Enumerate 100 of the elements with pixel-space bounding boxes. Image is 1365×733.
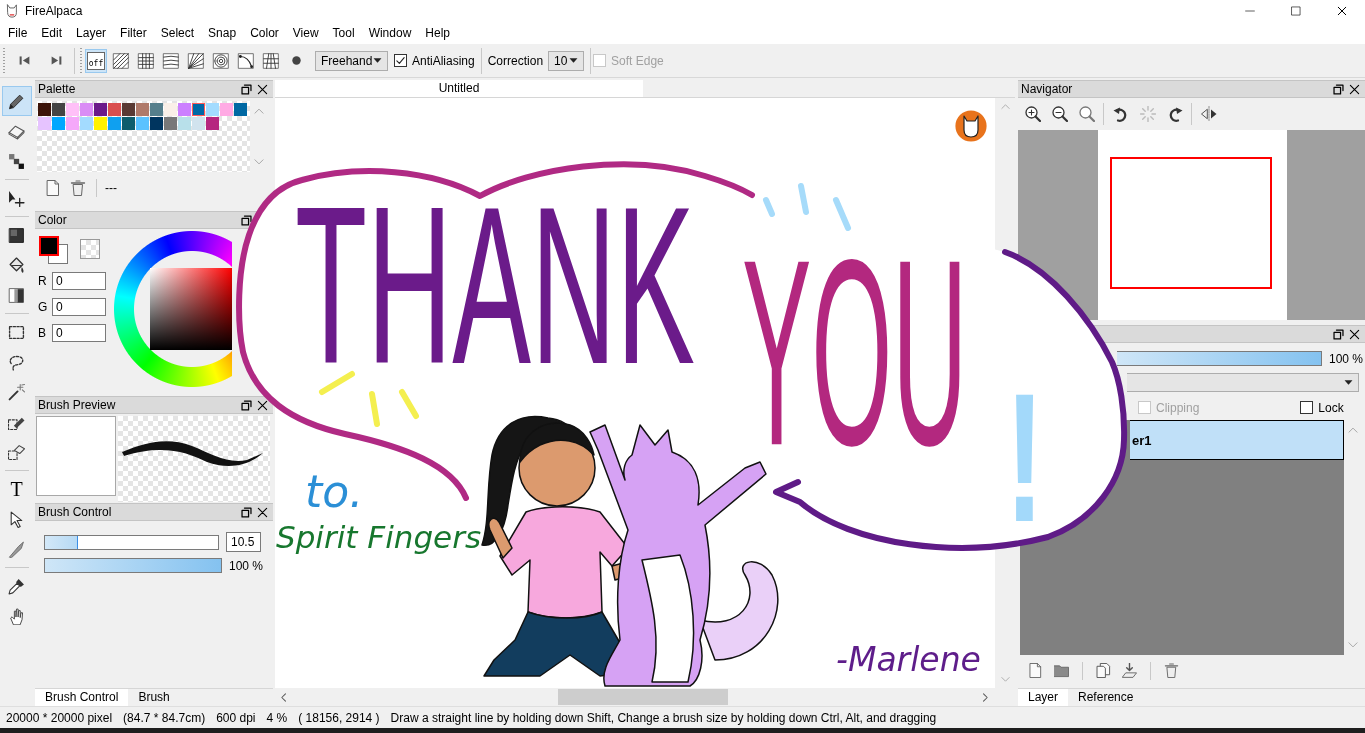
- color-swatch-icon[interactable]: [80, 117, 93, 130]
- menu-item[interactable]: File: [1, 24, 35, 42]
- color-swatch-icon[interactable]: [234, 103, 247, 116]
- color-swatch-icon[interactable]: [38, 103, 51, 116]
- layer-row[interactable]: er1: [1130, 420, 1344, 460]
- color-swatch-icon[interactable]: [150, 103, 163, 116]
- duplicate-icon[interactable]: [1096, 663, 1111, 678]
- color-swatch-icon[interactable]: [178, 103, 191, 116]
- channel-field[interactable]: 0: [52, 324, 106, 342]
- restore-icon[interactable]: [241, 83, 252, 95]
- checkbox[interactable]: [1300, 401, 1314, 414]
- color-swatch-icon[interactable]: [192, 103, 205, 116]
- color-swatch-icon[interactable]: [66, 117, 79, 130]
- color-swatch-icon[interactable]: [122, 103, 135, 116]
- color-swatch-icon[interactable]: [66, 103, 79, 116]
- panel-title: Palette: [38, 82, 76, 96]
- zoom-out-icon: [1051, 106, 1068, 122]
- color-swatch-icon[interactable]: [136, 117, 149, 130]
- menu-item[interactable]: Snap: [201, 24, 244, 42]
- brush-size-field[interactable]: 10.5: [226, 532, 261, 552]
- dashed-eraser-icon: [8, 443, 25, 461]
- color-swatch-icon[interactable]: [178, 117, 191, 130]
- color-swatch-icon[interactable]: [164, 103, 177, 116]
- panel-title: Brush Control: [38, 505, 112, 519]
- document-tab[interactable]: Untitled: [275, 80, 643, 97]
- hand-icon: [8, 607, 25, 625]
- menu-item[interactable]: Select: [153, 24, 202, 42]
- caret-down-icon: [1344, 378, 1353, 387]
- color-square[interactable]: [150, 268, 232, 350]
- color-swatch-icon[interactable]: [220, 103, 233, 116]
- color-swatch-icon[interactable]: [206, 103, 219, 116]
- scroll-thumb[interactable]: [558, 689, 728, 705]
- restore-icon[interactable]: [1333, 83, 1344, 95]
- tool-button[interactable]: [1, 86, 32, 116]
- status-text: ( 18156, 2914 ): [298, 710, 380, 725]
- restore-icon[interactable]: [241, 214, 252, 226]
- snap-button[interactable]: off: [85, 48, 107, 73]
- channel-field[interactable]: 0: [52, 272, 106, 290]
- panel-tab[interactable]: Reference: [1068, 689, 1144, 706]
- animal-badge-icon: [955, 110, 987, 142]
- menu-item[interactable]: Help: [418, 24, 457, 42]
- checkmark-icon: [396, 56, 405, 65]
- close-icon[interactable]: [257, 506, 268, 518]
- brush-size-slider[interactable]: [44, 534, 219, 550]
- restore-icon[interactable]: [241, 399, 252, 411]
- close-icon[interactable]: [1349, 83, 1360, 95]
- pencil-icon: [8, 92, 25, 110]
- color-swatch-icon[interactable]: [38, 117, 51, 130]
- trash-icon[interactable]: [1164, 663, 1179, 678]
- merge-down-icon[interactable]: [1122, 663, 1137, 678]
- viewport-frame[interactable]: [1110, 157, 1272, 289]
- channel-field[interactable]: 0: [52, 298, 106, 316]
- panel-tab[interactable]: Layer: [1018, 689, 1069, 706]
- brush-opacity-slider[interactable]: [44, 558, 222, 573]
- panel-tab[interactable]: Brush Control: [35, 689, 129, 706]
- close-icon[interactable]: [257, 399, 268, 411]
- menu-item[interactable]: Filter: [113, 24, 154, 42]
- layer-opacity-slider[interactable]: [1117, 351, 1322, 366]
- restore-icon[interactable]: [241, 506, 252, 518]
- menu-item[interactable]: View: [285, 24, 326, 42]
- chevron-right-icon[interactable]: [981, 692, 990, 702]
- menu-item[interactable]: Layer: [69, 24, 114, 42]
- close-icon[interactable]: [257, 83, 268, 95]
- foreground-background-icon[interactable]: [39, 236, 68, 264]
- color-swatch-icon[interactable]: [108, 103, 121, 116]
- navigator-preview[interactable]: [1018, 130, 1365, 320]
- menu-item[interactable]: Tool: [325, 24, 362, 42]
- color-swatch-icon[interactable]: [108, 117, 121, 130]
- stroke-mode-dropdown[interactable]: Freehand: [315, 50, 388, 71]
- chevron-left-icon[interactable]: [279, 692, 288, 702]
- menu-item[interactable]: Color: [243, 24, 286, 42]
- color-swatch-icon[interactable]: [80, 103, 93, 116]
- color-swatch-icon[interactable]: [94, 103, 107, 116]
- checkbox[interactable]: [394, 54, 407, 67]
- correction-dropdown[interactable]: 10: [548, 50, 585, 71]
- new-page-icon[interactable]: [45, 180, 61, 196]
- rotate-left-icon: [1112, 106, 1129, 122]
- close-icon[interactable]: [1349, 328, 1360, 340]
- panel-tab[interactable]: Brush: [128, 689, 180, 706]
- restore-icon[interactable]: [1333, 328, 1344, 340]
- color-swatch-icon[interactable]: [122, 117, 135, 130]
- perspective-grid-icon: [262, 51, 280, 70]
- menu-item[interactable]: Window: [361, 24, 419, 42]
- menu-item[interactable]: Edit: [34, 24, 70, 42]
- folder-icon[interactable]: [1054, 663, 1069, 678]
- new-page-icon[interactable]: [1028, 663, 1043, 678]
- status-text: Draw a straight line by holding down Shift, Change a brush size by holding down Ctrl, Alt, and dragging: [390, 710, 937, 725]
- spinner-icon: [1139, 106, 1156, 122]
- transparent-color-icon[interactable]: [80, 239, 100, 259]
- trash-icon[interactable]: [70, 180, 86, 196]
- color-swatch-icon[interactable]: [164, 117, 177, 130]
- color-swatch-icon[interactable]: [94, 117, 107, 130]
- color-swatch-icon[interactable]: [52, 103, 65, 116]
- color-swatch-icon[interactable]: [52, 117, 65, 130]
- color-swatch-icon[interactable]: [136, 103, 149, 116]
- color-swatch-icon[interactable]: [192, 117, 205, 130]
- color-swatch-icon[interactable]: [206, 117, 219, 130]
- checkbox-label: AntiAliasing: [412, 53, 475, 68]
- color-swatch-icon[interactable]: [150, 117, 163, 130]
- tool-button[interactable]: T: [1, 474, 32, 504]
